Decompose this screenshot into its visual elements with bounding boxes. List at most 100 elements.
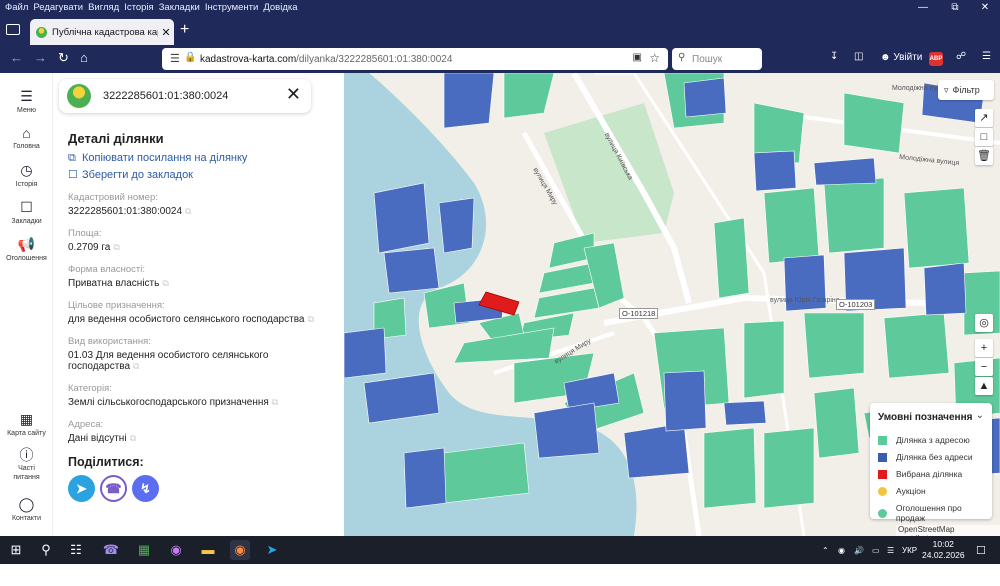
system-clock[interactable]: 10:02 24.02.2026 — [922, 539, 965, 561]
trash-icon[interactable]: 🗑 — [975, 147, 993, 165]
menu-tools[interactable]: Інструменти — [205, 2, 259, 13]
language-indicator[interactable]: УКР — [902, 546, 917, 555]
field-label: Адреса: — [68, 419, 104, 430]
sidebar-item-menu[interactable]: ☰ Меню — [0, 88, 53, 114]
menu-view[interactable]: Вигляд — [88, 2, 119, 13]
bookmark-outline-icon: ☐ — [68, 169, 78, 181]
sidebar-item-sitemap[interactable]: ▦ Карта сайту — [0, 411, 53, 437]
copy-link-button[interactable]: ⧉ Копіювати посилання на ділянку — [68, 152, 338, 165]
close-window-icon[interactable]: ✕ — [970, 0, 1000, 15]
copy-value-icon[interactable]: ⧉ — [272, 397, 278, 407]
sidebar-item-home[interactable]: ⌂ Головна — [0, 125, 53, 150]
menu-help[interactable]: Довідка — [263, 2, 297, 13]
cadastral-map[interactable]: Молодіжна вулиця Молодіжна вулиця вулиця… — [344, 73, 1000, 536]
sidebar-toggle-icon[interactable]: ◫ — [854, 51, 863, 62]
bookmark-star-icon[interactable]: ☆ — [649, 51, 660, 65]
back-icon[interactable]: ← — [10, 50, 23, 65]
viber-taskbar-icon[interactable]: ☎ — [101, 540, 121, 560]
map-icon: ▦ — [19, 411, 34, 427]
screen-bottom-strip — [0, 564, 1000, 586]
search-taskbar-icon[interactable]: ⚲ — [36, 540, 56, 560]
menu-history[interactable]: Історія — [124, 2, 153, 13]
forward-icon[interactable]: → — [34, 50, 47, 65]
field-value: 0.2709 га — [68, 242, 111, 253]
app-taskbar-icon[interactable]: ◉ — [166, 540, 186, 560]
volume-icon[interactable]: 🔊 — [854, 546, 864, 555]
tab-strip: Публічна кадастрова карта Ук ✕ + — [0, 15, 1000, 45]
telegram-taskbar-icon[interactable]: ➤ — [262, 540, 282, 560]
calculator-taskbar-icon[interactable]: ▦ — [134, 540, 154, 560]
details-panel: 3222285601:01:380:0024 ✕ Деталі ділянки … — [53, 73, 344, 536]
explorer-taskbar-icon[interactable]: ▬ — [198, 540, 218, 560]
copy-value-icon[interactable]: ⧉ — [185, 206, 191, 216]
left-sidebar: ☰ Меню ⌂ Головна ◷ Історія ☐ Закладки 📢 Оголо… — [0, 73, 53, 536]
minimize-icon[interactable]: — — [908, 0, 938, 15]
road-label: О-101218 — [619, 308, 659, 319]
share-buttons: ➤ ☎ ↯ — [68, 475, 338, 502]
copy-value-icon[interactable]: ⧉ — [130, 433, 136, 443]
sidebar-item-contacts[interactable]: ◯ Контакти — [0, 496, 53, 522]
search-icon: ⚲ — [678, 52, 686, 63]
tray-app-icon[interactable]: ◉ — [838, 546, 845, 555]
viber-share-icon[interactable]: ☎ — [100, 475, 127, 502]
save-bookmark-button[interactable]: ☐ Зберегти до закладок — [68, 168, 338, 181]
measure-line-icon[interactable]: ↗ — [975, 109, 993, 127]
parcel-search-query[interactable]: 3222285601:01:380:0024 — [103, 90, 228, 102]
login-button[interactable]: ☻ Увійти — [880, 52, 922, 63]
menu-bookmarks[interactable]: Закладки — [159, 2, 200, 13]
reader-icon[interactable]: ▣ — [633, 52, 642, 63]
clock-date: 24.02.2026 — [922, 550, 965, 560]
adblock-icon[interactable]: ABP — [929, 52, 943, 66]
map-legend[interactable]: Умовні позначення ⌄ Ділянка з адресою Ді… — [870, 403, 992, 523]
search-input[interactable]: ⚲ Пошук — [672, 48, 762, 70]
clear-search-icon[interactable]: ✕ — [286, 84, 301, 105]
windows-start-icon[interactable]: ⊞ — [6, 540, 26, 560]
measure-area-icon[interactable]: □ — [975, 128, 993, 146]
sidebar-item-bookmarks[interactable]: ☐ Закладки — [0, 199, 53, 225]
new-tab-icon[interactable]: + — [180, 21, 189, 39]
bookmark-icon: ☐ — [20, 199, 33, 215]
field-label: Кадастровий номер: — [68, 192, 158, 203]
messenger-share-icon[interactable]: ↯ — [132, 475, 159, 502]
tab-active[interactable]: Публічна кадастрова карта Ук ✕ — [30, 19, 174, 45]
extensions-icon[interactable]: ☍ — [956, 51, 966, 62]
compass-icon[interactable]: ▲ — [975, 377, 993, 395]
telegram-share-icon[interactable]: ➤ — [68, 475, 95, 502]
notifications-icon[interactable]: ☐ — [976, 544, 986, 557]
zoom-out-button[interactable]: − — [975, 358, 993, 376]
home-nav-icon[interactable]: ⌂ — [80, 50, 88, 65]
tray-chevron-icon[interactable]: ⌃ — [822, 546, 829, 555]
wifi-icon[interactable]: ☰ — [887, 546, 894, 555]
locate-icon[interactable]: ◎ — [975, 314, 993, 332]
sidebar-item-history[interactable]: ◷ Історія — [0, 162, 53, 188]
copy-value-icon[interactable]: ⧉ — [113, 242, 119, 252]
copy-value-icon[interactable]: ⧉ — [162, 278, 168, 288]
lock-icon[interactable]: 🔒 — [184, 52, 196, 63]
site-info-icon[interactable]: ☰ — [170, 52, 180, 65]
downloads-icon[interactable]: ↧ — [830, 51, 838, 62]
chevron-down-icon[interactable]: ⌄ — [976, 410, 984, 421]
zoom-in-button[interactable]: + — [975, 339, 993, 357]
filter-button[interactable]: ▿ Фільтр — [938, 80, 994, 100]
menu-edit[interactable]: Редагувати — [33, 2, 83, 13]
task-view-icon[interactable]: ☷ — [66, 540, 86, 560]
field-label: Площа: — [68, 228, 102, 239]
sidebar-item-faq[interactable]: ⓘ Часті питання — [0, 448, 53, 482]
battery-icon[interactable]: ▭ — [872, 546, 880, 555]
legend-item: Оголошення про продаж — [878, 503, 992, 523]
copy-value-icon[interactable]: ⧉ — [307, 314, 313, 324]
tab-close-icon[interactable]: ✕ — [158, 26, 174, 39]
parcel-search-box[interactable]: 3222285601:01:380:0024 ✕ — [59, 79, 311, 113]
sidebar-item-ads[interactable]: 📢 Оголошення — [0, 236, 53, 262]
reload-icon[interactable]: ↻ — [58, 50, 69, 66]
tab-list-icon[interactable] — [6, 24, 20, 35]
app-menu-icon[interactable]: ☰ — [982, 51, 991, 62]
restore-icon[interactable]: ⧉ — [940, 0, 970, 15]
map-attribution[interactable]: OpenStreetMap contributors — [896, 525, 1000, 536]
menu-file[interactable]: Файл — [5, 2, 28, 13]
url-bar[interactable]: ☰ 🔒 kadastrova-karta.com/dilyanka/322228… — [162, 48, 668, 70]
legend-item: Аукціон — [878, 486, 926, 496]
firefox-taskbar-icon[interactable]: ◉ — [230, 540, 250, 560]
field-ownership: Форма власності: Приватна власність ⧉ — [68, 264, 338, 289]
copy-value-icon[interactable]: ⧉ — [133, 361, 139, 371]
